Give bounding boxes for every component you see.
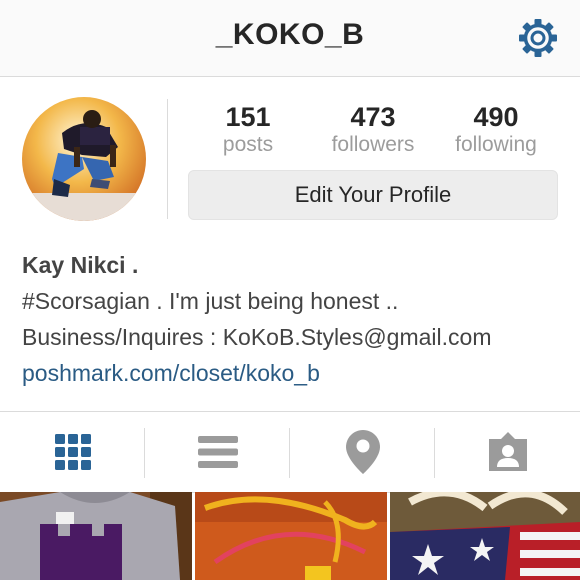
photo-grid	[0, 492, 580, 580]
avatar[interactable]	[22, 97, 146, 221]
grid-icon	[54, 434, 91, 470]
edit-profile-button[interactable]: Edit Your Profile	[188, 170, 558, 220]
followers-count[interactable]: 473 followers	[313, 101, 433, 157]
following-count[interactable]: 490 following	[436, 101, 556, 157]
posts-count[interactable]: 151 posts	[188, 101, 308, 157]
tab-list-view[interactable]	[145, 412, 290, 492]
profile-username: _KOKO_B	[215, 18, 365, 51]
followers-number: 473	[350, 102, 396, 132]
gear-icon[interactable]	[516, 18, 560, 58]
following-label: following	[455, 133, 537, 156]
avatar-divider	[167, 99, 168, 219]
tagged-person-icon	[488, 432, 527, 471]
tab-grid-view[interactable]	[0, 412, 145, 492]
full-name: Kay Nikci .	[22, 252, 139, 278]
view-tabs	[0, 411, 580, 493]
profile-link[interactable]: poshmark.com/closet/koko_b	[22, 360, 320, 387]
bio-line-1: #Scorsagian . I'm just being honest ..	[22, 288, 399, 314]
followers-label: followers	[331, 133, 415, 156]
tab-map-view[interactable]	[290, 412, 435, 492]
posts-number: 151	[225, 102, 271, 132]
profile-header: 151 posts 473 followers 490 following Ed…	[0, 77, 580, 411]
posts-label: posts	[222, 133, 274, 156]
photo-tile-bag[interactable]	[195, 492, 387, 580]
list-icon	[197, 436, 238, 468]
photo-tile-sweater[interactable]	[0, 492, 192, 580]
following-number: 490	[473, 102, 519, 132]
tab-tagged-view[interactable]	[435, 412, 580, 492]
location-pin-icon	[345, 430, 380, 474]
bio-line-2: Business/Inquires : KoKoB.Styles@gmail.c…	[22, 324, 492, 350]
photo-tile-flag-tote[interactable]	[390, 492, 580, 580]
top-bar: _KOKO_B	[0, 0, 580, 77]
